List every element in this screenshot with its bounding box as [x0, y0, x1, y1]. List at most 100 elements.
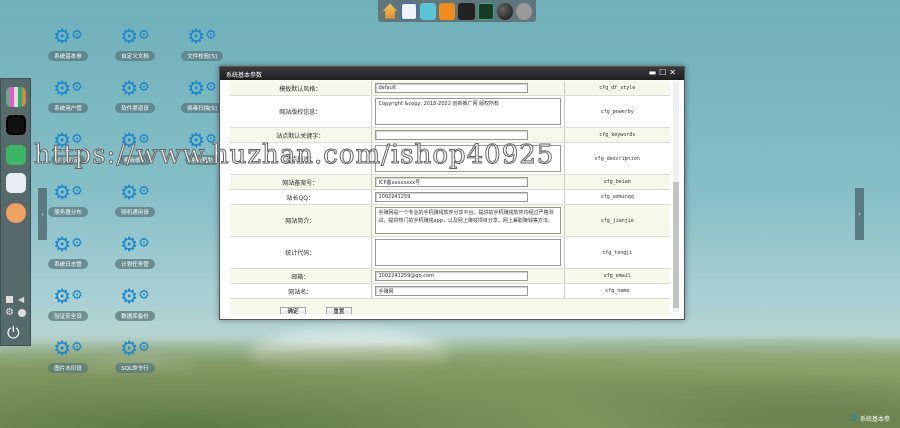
desktop-icon[interactable]: ⚙⚙ SQL命令行	[100, 338, 170, 373]
cfg_adminqq-input[interactable]: 1002241259	[374, 192, 528, 202]
field-variable: cfg_df_style	[564, 81, 670, 96]
gear-icon: ⚙⚙	[53, 24, 83, 48]
settings-table: 模板默认风格： default cfg_df_style 网站版权信息： Copyrig…	[230, 81, 670, 299]
field-label: 网站版权信息：	[230, 95, 371, 128]
gear-icon: ⚙⚙	[53, 232, 83, 256]
desktop-icon-label: 系统日志管	[48, 259, 88, 269]
desktop-icon[interactable]: ⚙⚙ 系统用户管	[33, 78, 103, 113]
table-row: 网站版权信息： Copyright &copy; 2018-2022 创新推广网 …	[230, 95, 670, 128]
gear-icon: ⚙⚙	[120, 76, 150, 100]
gear-icon: ⚙⚙	[53, 180, 83, 204]
left-dock: ◀ ⚙ ⏻	[0, 78, 31, 346]
field-variable: cfg_tongji	[564, 236, 670, 269]
field-variable: cfg_description	[564, 142, 670, 175]
field-label: 统计代码：	[230, 236, 371, 269]
desktop-icon[interactable]: ⚙⚙ 文件校验[S]	[167, 26, 237, 61]
desktop-icon-label: 计划任务管	[115, 259, 155, 269]
gear-icon: ⚙⚙	[53, 76, 83, 100]
desktop-icon[interactable]: ⚙⚙ 随机通用设	[100, 182, 170, 217]
desktop-icon-label: 病毒扫描[S]	[181, 103, 223, 113]
brand-corner: ⚙ 系统基本参	[850, 414, 890, 424]
gear-icon: ⚙⚙	[120, 180, 150, 204]
toolbox-icon[interactable]	[420, 2, 437, 20]
table-row: 站长QQ： 1002241259 cfg_adminqq	[230, 189, 670, 205]
toggle-settings-icon[interactable]	[6, 173, 26, 193]
desktop-icon-label: 系统基本参	[48, 51, 88, 61]
cfg_email-input[interactable]: 1002241259@qq.com	[374, 271, 528, 281]
orange-app-icon[interactable]	[439, 2, 456, 20]
field-label: 模板默认风格：	[230, 81, 371, 96]
right-collapse-tab[interactable]: ›	[855, 188, 864, 240]
cfg_powerby-textarea[interactable]: Copyright &copy; 2018-2022 创新推广网 版权所有	[374, 98, 561, 125]
document-icon[interactable]	[401, 2, 418, 20]
cfg_tongji-textarea[interactable]	[374, 239, 561, 266]
card-stack-icon[interactable]	[458, 2, 475, 20]
field-variable: cfg_adminqq	[564, 189, 670, 205]
reset-button[interactable]: 重置	[325, 307, 352, 314]
dialog-titlebar[interactable]: 系统基本参数 ▬☐✕	[220, 67, 684, 80]
desktop-icon[interactable]: ⚙⚙ 数据库备份	[100, 286, 170, 321]
theme-icon[interactable]	[18, 309, 26, 317]
gear-cloud-icon[interactable]	[515, 2, 532, 20]
brand-logo-icon: ⚙	[849, 414, 859, 424]
minimize-icon[interactable]: ▬	[649, 68, 660, 77]
desktop-icon[interactable]: ⚙⚙ 系统日志管	[33, 234, 103, 269]
desktop-icon-label: 图片水印设	[48, 363, 88, 373]
scrollbar[interactable]	[673, 82, 679, 312]
settings-icon[interactable]: ⚙	[5, 307, 14, 318]
user-icon[interactable]	[477, 2, 494, 20]
table-row: 邮箱： 1002241259@qq.com cfg_email	[230, 268, 670, 284]
desktop-icon[interactable]: ⚙⚙ 计划任务管	[100, 234, 170, 269]
gear-icon: ⚙⚙	[53, 336, 83, 360]
desktop-icon[interactable]: ⚙⚙ 软件渠道设	[100, 78, 170, 113]
table-row: 网站备案号： ICP备xxxxxxxx号 cfg_beian	[230, 174, 670, 190]
table-row: 统计代码： cfg_tongji	[230, 236, 670, 269]
scrollbar-thumb[interactable]	[673, 182, 679, 308]
monitor-icon[interactable]	[6, 296, 13, 303]
cfg_jianjie-textarea[interactable]: 手赚网是一个专业的手机赚钱软件分享平台，提供的手机赚钱软件均经过严格测试，提供热…	[374, 207, 561, 234]
desktop-icon[interactable]: ⚙⚙ 图片水印设	[33, 338, 103, 373]
volume-icon[interactable]: ◀	[18, 295, 24, 304]
field-label: 站长QQ：	[230, 189, 371, 205]
home-icon[interactable]	[382, 3, 398, 19]
desktop-icon-label: 随机通用设	[115, 207, 155, 217]
desktop-icon-label: 服务器分布	[48, 207, 88, 217]
desktop-icon-label: 文件校验[S]	[181, 51, 223, 61]
top-taskbar	[378, 0, 536, 22]
ok-button[interactable]: 确定	[280, 307, 306, 314]
desktop-icon-label: 自定义文档	[115, 51, 155, 61]
field-variable: cfg_jianjie	[564, 204, 670, 237]
brand-label: 系统基本参	[859, 416, 890, 423]
desktop-icon-label: 系统用户管	[48, 103, 88, 113]
gear-icon: ⚙⚙	[120, 284, 150, 308]
power-icon[interactable]: ⏻	[7, 323, 20, 343]
field-label: 网站简介：	[230, 204, 371, 237]
field-label: 网站名：	[230, 283, 371, 299]
desktop-icon-label: 数据库备份	[115, 311, 155, 321]
ball-icon[interactable]	[496, 2, 513, 20]
gear-icon: ⚙⚙	[187, 24, 217, 48]
cfg_beian-input[interactable]: ICP备xxxxxxxx号	[374, 177, 528, 187]
watermark: https://www.huzhan.com/ishop40925	[33, 140, 555, 171]
desktop-icon[interactable]: ⚙⚙ 服务器分布	[33, 182, 103, 217]
cfg_name-input[interactable]: 手赚网	[374, 286, 528, 296]
table-row: 网站名： 手赚网 cfg_name	[230, 283, 670, 299]
cfg_keywords-input[interactable]	[374, 130, 528, 140]
system-settings-dialog: 系统基本参数 ▬☐✕ 模板默认风格： default cfg_df_style 网站版…	[219, 66, 685, 320]
desktop-icon-label: SQL命令行	[115, 363, 155, 373]
books-icon[interactable]	[6, 87, 26, 107]
close-icon[interactable]: ✕	[669, 68, 679, 77]
file-icon[interactable]	[6, 203, 26, 223]
field-variable: cfg_keywords	[564, 127, 670, 143]
field-label: 网站备案号：	[230, 174, 371, 190]
chat-icon[interactable]	[6, 145, 26, 165]
desktop-icon[interactable]: ⚙⚙ 验证安全设	[33, 286, 103, 321]
cfg_df_style-input[interactable]: default	[374, 83, 528, 93]
maximize-icon[interactable]: ☐	[659, 68, 669, 77]
dialog-title: 系统基本参数	[226, 72, 263, 79]
desktop-icon[interactable]: ⚙⚙ 系统基本参	[33, 26, 103, 61]
desktop-icon[interactable]: ⚙⚙ 自定义文档	[100, 26, 170, 61]
desktop-icon-label: 验证安全设	[48, 311, 88, 321]
notes-icon[interactable]	[6, 115, 26, 135]
table-row: 模板默认风格： default cfg_df_style	[230, 81, 670, 96]
